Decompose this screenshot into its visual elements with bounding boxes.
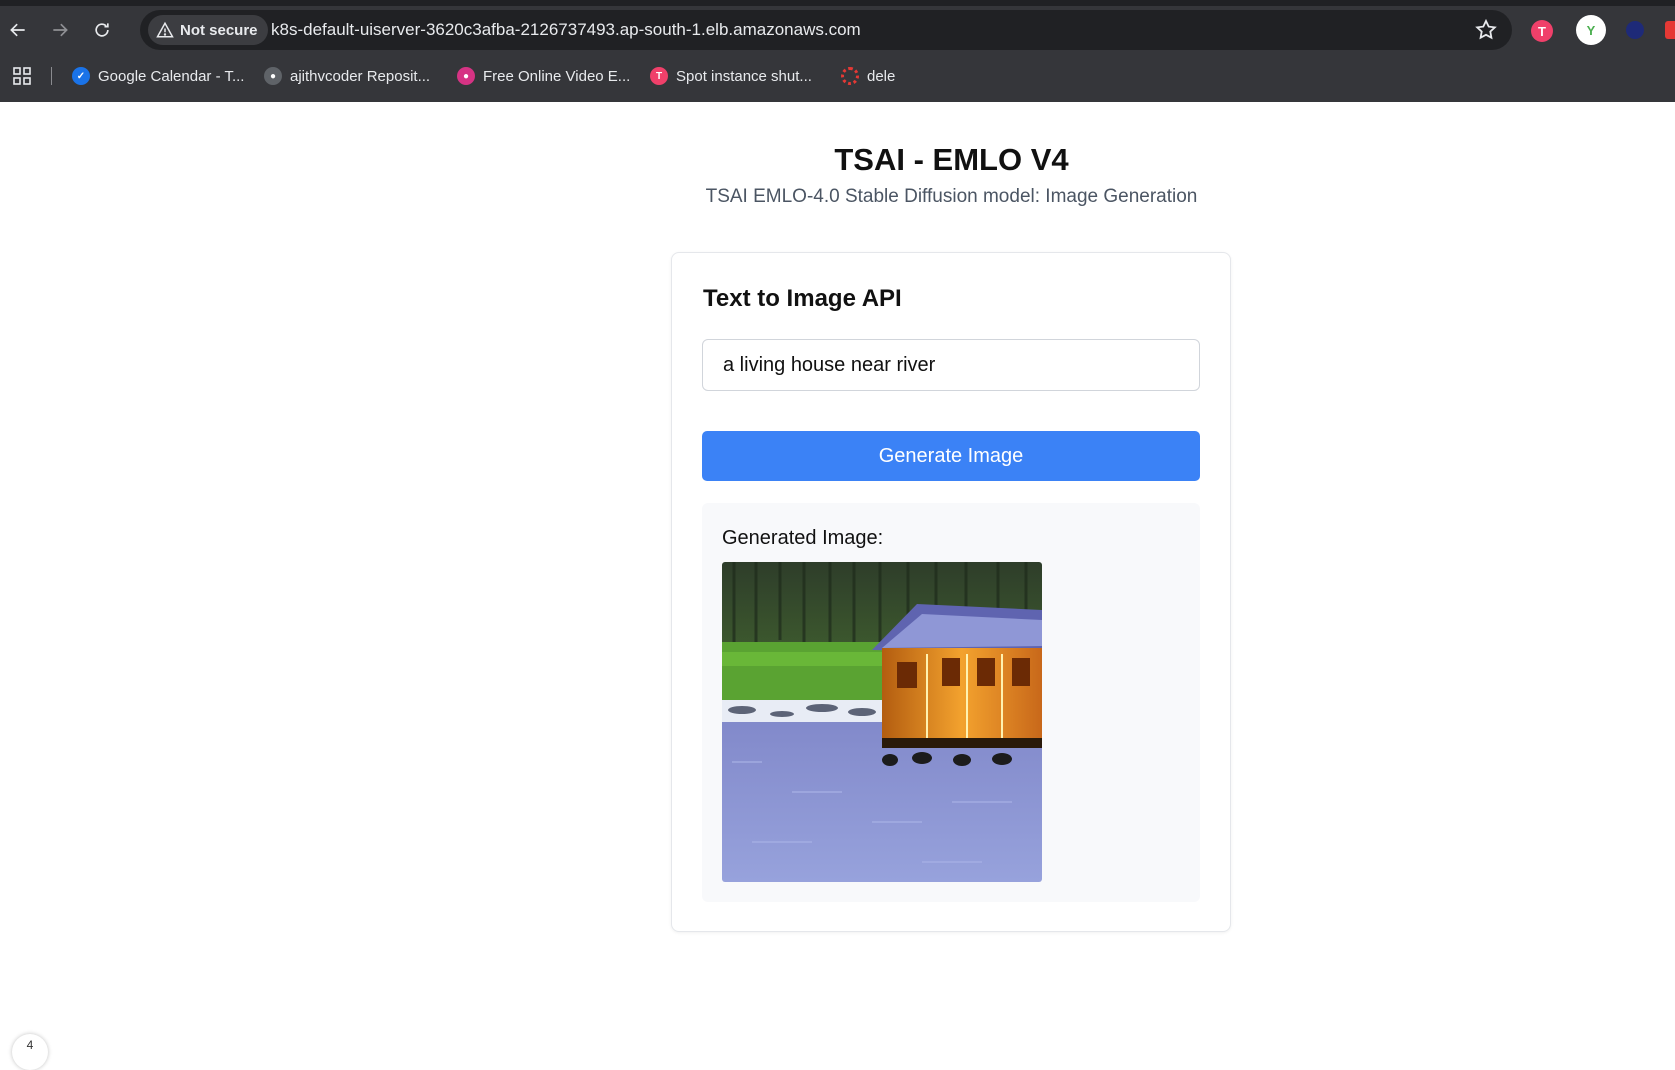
page-title: TSAI - EMLO V4 — [834, 142, 1069, 177]
back-arrow-icon — [10, 23, 25, 37]
bookmark-label: Free Online Video E... — [483, 67, 631, 85]
google-calendar-icon: ✓ — [72, 67, 90, 85]
tabnine-icon: T — [650, 67, 668, 85]
bookmark-label: dele — [867, 67, 896, 85]
generate-image-button[interactable]: Generate Image — [702, 431, 1200, 481]
bookmark-ajithvcoder-repo[interactable]: ● ajithvcoder Reposit... — [264, 64, 430, 88]
bookmark-spot-instance[interactable]: T Spot instance shut... — [650, 64, 812, 88]
card-title: Text to Image API — [703, 285, 902, 312]
text-to-image-card: Text to Image API Generate Image Generat… — [671, 252, 1231, 932]
page-content: TSAI - EMLO V4 TSAI EMLO-4.0 Stable Diff… — [0, 102, 1675, 1070]
result-panel: Generated Image: — [702, 503, 1200, 902]
result-label: Generated Image: — [722, 527, 884, 549]
bookmark-label: Google Calendar - T... — [98, 67, 245, 85]
bookmark-dele[interactable]: dele — [841, 64, 895, 88]
github-icon: ● — [264, 67, 282, 85]
video-editor-icon: ● — [457, 67, 475, 85]
warning-icon — [156, 21, 174, 38]
forward-arrow-icon — [53, 23, 68, 37]
apps-grid-icon[interactable] — [12, 66, 32, 86]
generated-image — [722, 562, 1042, 882]
address-bar[interactable]: Not secure k8s-default-uiserver-3620c3af… — [140, 10, 1512, 50]
bookmark-label: Spot instance shut... — [676, 67, 812, 85]
tabnine-extension-icon[interactable]: T — [1531, 20, 1553, 42]
bookmarks-bar: ✓ Google Calendar - T... ● ajithvcoder R… — [0, 60, 1675, 92]
bookmark-google-calendar[interactable]: ✓ Google Calendar - T... — [72, 64, 244, 88]
extension-red-icon[interactable] — [1665, 21, 1675, 39]
lifebuoy-icon — [841, 67, 859, 85]
browser-chrome: Not secure k8s-default-uiserver-3620c3af… — [0, 0, 1675, 102]
bookmarks-separator — [51, 67, 52, 85]
profile-extension-icon[interactable] — [1626, 21, 1644, 39]
forward-button[interactable] — [44, 14, 76, 46]
extension-y-icon[interactable]: Y — [1576, 15, 1606, 45]
reload-icon — [95, 23, 109, 37]
tab-strip-edge — [0, 0, 1675, 6]
reload-button[interactable] — [86, 14, 118, 46]
floating-badge[interactable]: 4 — [12, 1034, 48, 1070]
bookmark-label: ajithvcoder Reposit... — [290, 67, 431, 85]
security-chip-label: Not secure — [180, 21, 258, 39]
url-text[interactable]: k8s-default-uiserver-3620c3afba-21267374… — [271, 20, 861, 40]
prompt-input[interactable] — [702, 339, 1200, 391]
back-button[interactable] — [2, 14, 34, 46]
bookmark-star-icon[interactable] — [1474, 18, 1498, 42]
page-subtitle: TSAI EMLO-4.0 Stable Diffusion model: Im… — [705, 186, 1198, 207]
bookmark-free-online-video[interactable]: ● Free Online Video E... — [457, 64, 630, 88]
security-chip[interactable]: Not secure — [148, 15, 268, 45]
